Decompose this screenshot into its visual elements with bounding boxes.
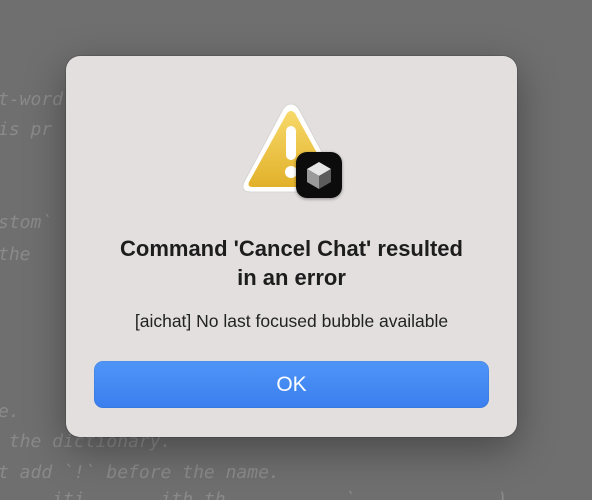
code-line: e. [0, 401, 20, 422]
code-line: the [0, 244, 31, 265]
alert-title: Command 'Cancel Chat' resulted in an err… [86, 234, 497, 292]
ok-button[interactable]: OK [94, 361, 489, 408]
alert-title-line: Command 'Cancel Chat' resulted [120, 236, 463, 261]
code-line: t-word [0, 89, 64, 110]
code-line: is pr [0, 119, 53, 140]
error-alert-dialog: Command 'Cancel Chat' resulted in an err… [66, 56, 517, 437]
alert-title-line: in an error [237, 265, 346, 290]
code-line: stom` [0, 212, 53, 233]
alert-message: [aichat] No last focused bubble availabl… [134, 311, 449, 331]
code-line: iti ith th ` ) [0, 489, 508, 500]
app-cube-icon [296, 152, 342, 198]
code-line: t add `!` before the name. [0, 462, 280, 483]
